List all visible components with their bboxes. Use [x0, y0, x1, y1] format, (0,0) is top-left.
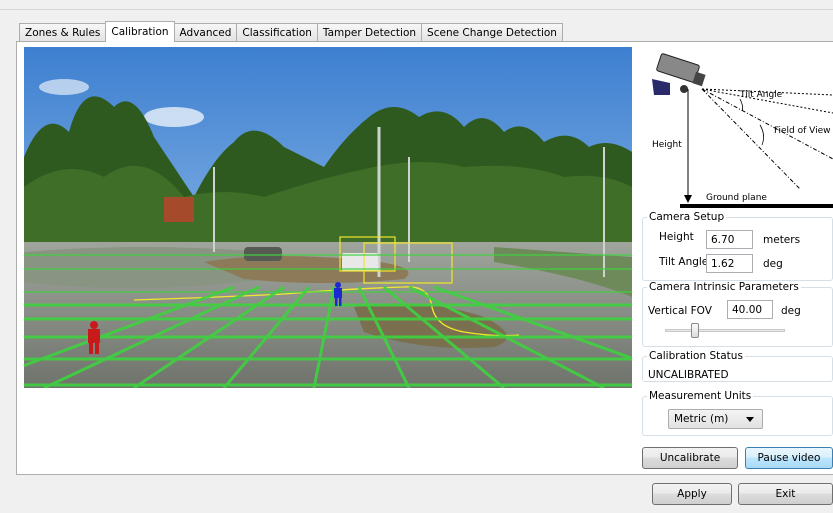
tab-scene-change-detection[interactable]: Scene Change Detection — [421, 23, 563, 41]
vertical-fov-label: Vertical FOV — [648, 305, 712, 317]
video-preview[interactable] — [24, 47, 632, 388]
tab-strip: Zones & Rules Calibration Advanced Class… — [19, 21, 563, 42]
tab-tamper-detection[interactable]: Tamper Detection — [316, 23, 423, 41]
tab-advanced[interactable]: Advanced — [173, 23, 238, 41]
camera-geometry-diagram: Tilt Angle Field of View Height Ground p… — [640, 49, 833, 209]
calibration-status-value: UNCALIBRATED — [648, 369, 729, 381]
ground-plane-caption: Ground plane — [706, 193, 767, 203]
height-unit-label: meters — [763, 234, 801, 246]
field-of-view-caption: Field of View — [774, 126, 831, 136]
tab-calibration[interactable]: Calibration — [105, 21, 175, 42]
tilt-row: Tilt Angle — [659, 256, 708, 268]
measurement-units-title: Measurement Units — [649, 390, 752, 402]
tilt-angle-label: Tilt Angle — [659, 256, 709, 268]
height-label: Height — [659, 231, 694, 243]
exit-button[interactable]: Exit — [738, 483, 833, 505]
tab-zones-rules[interactable]: Zones & Rules — [19, 23, 107, 41]
intrinsic-parameters-title: Camera Intrinsic Parameters — [649, 281, 799, 293]
calibration-status-title: Calibration Status — [649, 350, 743, 362]
tilt-angle-input[interactable]: 1.62 — [706, 254, 753, 273]
apply-button[interactable]: Apply — [652, 483, 732, 505]
height-input[interactable]: 6.70 — [706, 230, 753, 249]
fov-unit-label: deg — [781, 305, 801, 317]
measurement-units-select[interactable]: Metric (m) — [668, 409, 763, 429]
window-top-edge — [0, 0, 833, 10]
fov-slider-thumb[interactable] — [691, 323, 699, 338]
video-frame — [24, 47, 632, 388]
vertical-fov-input[interactable]: 40.00 — [727, 300, 773, 319]
pause-video-button[interactable]: Pause video — [745, 447, 833, 469]
tilt-unit-label: deg — [763, 258, 783, 270]
height-caption: Height — [652, 140, 682, 150]
measurement-units-selected: Metric (m) — [674, 413, 729, 425]
tilt-angle-caption: Tilt Angle — [739, 90, 783, 100]
uncalibrate-button[interactable]: Uncalibrate — [642, 447, 738, 469]
camera-setup-title: Camera Setup — [649, 211, 725, 223]
chevron-down-icon — [746, 417, 754, 422]
tab-classification[interactable]: Classification — [236, 23, 318, 41]
fov-slider-track[interactable] — [665, 329, 785, 332]
camera-icon — [652, 53, 706, 95]
height-row: Height — [659, 231, 694, 243]
